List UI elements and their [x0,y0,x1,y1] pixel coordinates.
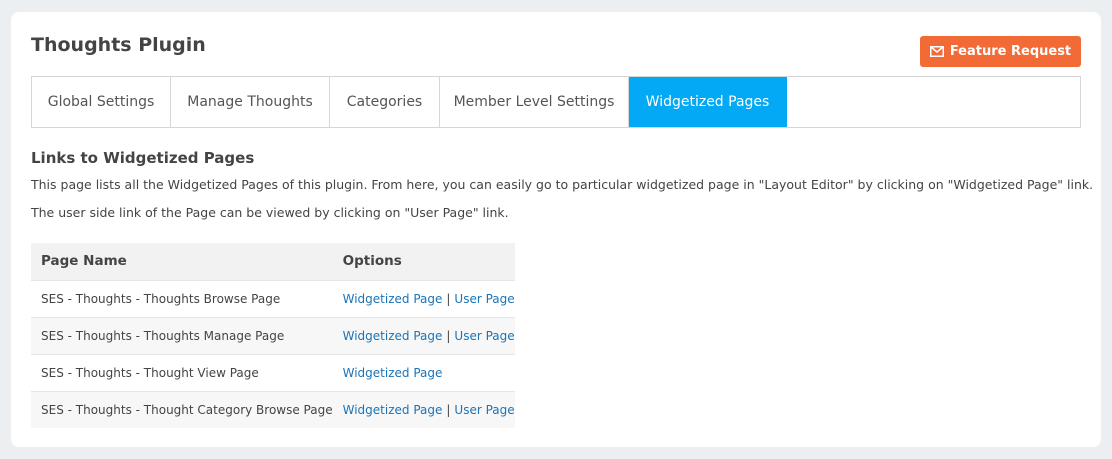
page-title: Thoughts Plugin [31,34,206,56]
page-name-cell: SES - Thoughts - Thoughts Manage Page [31,316,333,354]
link-separator: | [446,328,451,343]
tab-label: Widgetized Pages [645,94,770,110]
widgetized-page-link[interactable]: Widgetized Page [343,403,443,417]
section-description: This page lists all the Widgetized Pages… [31,177,1094,192]
page-name-cell: SES - Thoughts - Thought Category Browse… [31,390,333,428]
tab-global-settings[interactable]: Global Settings [32,77,171,127]
user-page-link[interactable]: User Page [454,403,514,417]
page-name-cell: SES - Thoughts - Thought View Page [31,353,333,391]
options-cell: Widgetized Page | User Page [332,390,515,428]
table-row: SES - Thoughts - Thought View Page Widge… [31,353,515,391]
user-page-link[interactable]: User Page [454,329,514,343]
link-separator: | [446,402,451,417]
table-row: SES - Thoughts - Thought Category Browse… [31,390,515,428]
column-header-page-name: Page Name [31,243,333,280]
plugin-panel: Thoughts Plugin Feature Request Global S… [11,12,1101,447]
column-header-options: Options [332,243,515,280]
tab-label: Member Level Settings [453,94,615,110]
link-separator: | [446,291,451,306]
settings-tabs: Global Settings Manage Thoughts Categori… [31,76,1081,128]
tab-widgetized-pages[interactable]: Widgetized Pages [629,77,787,127]
feature-request-button[interactable]: Feature Request [920,36,1081,67]
options-cell: Widgetized Page | User Page [332,279,515,317]
widgetized-page-link[interactable]: Widgetized Page [343,366,443,380]
widgetized-pages-table: Page Name Options SES - Thoughts - Thoug… [31,243,515,428]
tab-categories[interactable]: Categories [330,77,440,127]
page-name-cell: SES - Thoughts - Thoughts Browse Page [31,279,333,317]
table-row: SES - Thoughts - Thoughts Browse Page Wi… [31,279,515,317]
user-page-link[interactable]: User Page [454,292,514,306]
tab-manage-thoughts[interactable]: Manage Thoughts [171,77,330,127]
widgetized-page-link[interactable]: Widgetized Page [343,329,443,343]
tab-member-level-settings[interactable]: Member Level Settings [440,77,629,127]
tab-label: Global Settings [47,94,155,110]
section-title: Links to Widgetized Pages [31,149,255,167]
envelope-icon [929,46,944,57]
table-row: SES - Thoughts - Thoughts Manage Page Wi… [31,316,515,354]
widgetized-page-link[interactable]: Widgetized Page [343,292,443,306]
tab-label: Categories [346,94,423,110]
feature-request-label: Feature Request [949,44,1072,59]
table-header-row: Page Name Options [31,243,515,280]
section-description-user-link: The user side link of the Page can be vi… [31,205,509,220]
options-cell: Widgetized Page | User Page [332,316,515,354]
options-cell: Widgetized Page [332,353,515,391]
tab-label: Manage Thoughts [187,94,313,110]
